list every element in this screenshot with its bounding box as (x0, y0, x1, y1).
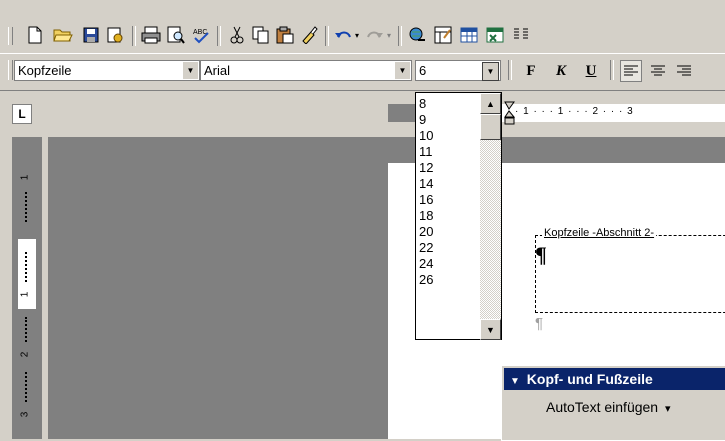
font-size-option[interactable]: 9 (416, 112, 480, 128)
cursor-pilcrow: ¶ (535, 242, 547, 267)
toolbar-separator (398, 26, 402, 46)
font-size-option[interactable]: 26 (416, 272, 480, 288)
font-size-option[interactable]: 24 (416, 256, 480, 272)
vertical-ruler-label: 2 (19, 351, 31, 358)
copy-icon[interactable] (250, 24, 272, 46)
paste-icon[interactable] (274, 24, 296, 46)
font-value: Arial (204, 63, 231, 78)
font-size-option[interactable]: 14 (416, 176, 480, 192)
vertical-ruler-label: 1 (19, 174, 31, 181)
chevron-down-icon[interactable]: ▼ (482, 62, 499, 81)
standard-toolbar: ABC ▾ ▾ (0, 0, 725, 46)
vertical-ruler[interactable]: 1 1 2 3 (12, 137, 42, 439)
undo-dropdown-arrow-icon[interactable]: ▾ (355, 31, 359, 40)
autotext-label: AutoText einfügen (546, 399, 659, 415)
autotext-button[interactable]: AutoText einfügen ▾ (546, 399, 671, 415)
font-size-option[interactable]: 16 (416, 192, 480, 208)
tables-borders-icon[interactable] (432, 24, 454, 46)
dropdown-scrollbar[interactable]: ▲ ▼ (480, 93, 501, 340)
align-center-icon[interactable] (647, 60, 669, 82)
open-folder-icon[interactable] (52, 24, 74, 46)
style-combobox[interactable]: Kopfzeile ▼ (14, 60, 200, 81)
font-size-option[interactable]: 22 (416, 240, 480, 256)
header-footer-titlebar[interactable]: ▼ Kopf- und Fußzeile (504, 368, 725, 390)
header-area[interactable]: Kopfzeile -Abschnitt 2- ¶ (535, 227, 725, 313)
font-size-option[interactable]: 20 (416, 224, 480, 240)
chevron-down-icon[interactable]: ▼ (394, 62, 410, 79)
chevron-down-icon[interactable]: ▼ (510, 376, 520, 387)
toolbar-grip[interactable] (8, 60, 13, 80)
align-right-icon[interactable] (673, 60, 695, 82)
vertical-ruler-label: 1 (19, 291, 31, 298)
formatting-toolbar: Kopfzeile ▼ Arial ▼ 6 ▼ F K U (0, 53, 725, 86)
toolbar-separator (508, 60, 512, 80)
toolbar-separator (132, 26, 136, 46)
font-combobox[interactable]: Arial ▼ (200, 60, 412, 81)
format-painter-icon[interactable] (298, 24, 320, 46)
ruler-marks: · 1 · · · 1 · · · 2 · · · 3 (515, 106, 634, 117)
spelling-icon[interactable]: ABC (190, 24, 212, 46)
insert-excel-icon[interactable] (484, 24, 506, 46)
scroll-down-arrow-icon[interactable]: ▼ (480, 319, 501, 340)
font-size-option[interactable]: 12 (416, 160, 480, 176)
pilcrow-mark: ¶ (535, 315, 544, 332)
hyperlink-icon[interactable] (406, 24, 428, 46)
font-size-option[interactable]: 10 (416, 128, 480, 144)
toolbar-separator (610, 60, 614, 80)
save-icon[interactable] (80, 24, 102, 46)
permission-icon[interactable] (104, 24, 126, 46)
insert-table-icon[interactable] (458, 24, 480, 46)
font-size-combobox[interactable]: 6 ▼ (415, 60, 501, 81)
font-size-value: 6 (419, 63, 427, 78)
toolbar-separator (325, 26, 329, 46)
tab-selector[interactable]: L (12, 104, 32, 124)
toolbar-separator (217, 26, 221, 46)
horizontal-ruler-bar: L · 1 · · · 1 · · · 2 · · · 3 (0, 90, 725, 137)
font-size-option[interactable]: 18 (416, 208, 480, 224)
underline-button[interactable]: U (580, 60, 602, 82)
print-icon[interactable] (140, 24, 162, 46)
scroll-up-arrow-icon[interactable]: ▲ (480, 93, 501, 114)
cut-icon[interactable] (226, 24, 248, 46)
bold-button[interactable]: F (520, 60, 542, 82)
font-size-dropdown-list[interactable]: 8 9 10 11 12 14 16 18 20 22 24 26 ▲ ▼ (415, 92, 502, 340)
print-preview-icon[interactable] (165, 24, 187, 46)
align-left-icon[interactable] (620, 60, 642, 82)
chevron-down-icon: ▾ (664, 403, 671, 415)
font-size-option[interactable]: 11 (416, 144, 480, 160)
font-size-options: 8 9 10 11 12 14 16 18 20 22 24 26 (416, 96, 480, 288)
chevron-down-icon[interactable]: ▼ (182, 62, 198, 79)
italic-button[interactable]: K (550, 60, 572, 82)
undo-icon[interactable] (332, 24, 354, 46)
redo-icon[interactable] (364, 24, 386, 46)
header-section-label: Kopfzeile -Abschnitt 2- (542, 227, 657, 239)
columns-icon[interactable] (510, 24, 532, 46)
style-value: Kopfzeile (18, 63, 72, 78)
scroll-thumb[interactable] (480, 114, 501, 140)
document-workspace: Kopfzeile -Abschnitt 2- ¶ ¶ ▼ Kopf- und … (48, 137, 725, 441)
header-footer-title: Kopf- und Fußzeile (526, 371, 653, 387)
redo-dropdown-arrow-icon[interactable]: ▾ (387, 31, 391, 40)
new-document-icon[interactable] (24, 24, 46, 46)
toolbar-grip[interactable] (8, 27, 13, 45)
header-footer-toolbar: ▼ Kopf- und Fußzeile AutoText einfügen ▾ (501, 365, 725, 441)
font-size-option[interactable]: 8 (416, 96, 480, 112)
vertical-ruler-label: 3 (19, 411, 31, 418)
